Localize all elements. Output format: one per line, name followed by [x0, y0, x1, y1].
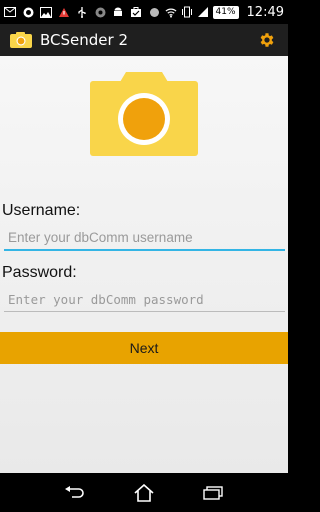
signal-icon: [197, 6, 209, 18]
settings-button[interactable]: [256, 29, 278, 51]
bag-icon: [130, 6, 142, 18]
login-screen: Username: Password: Next: [0, 56, 288, 473]
battery-indicator: 41%: [212, 5, 239, 19]
app-title: BCSender 2: [40, 31, 128, 49]
system-icons: 41% 12:49: [165, 5, 284, 20]
password-label: Password:: [2, 264, 77, 281]
usb-icon: [76, 6, 88, 18]
alert-app-icon: [58, 6, 70, 18]
username-input[interactable]: [4, 225, 285, 249]
back-button[interactable]: [61, 481, 89, 505]
status-bar: 41% 12:49: [0, 0, 288, 24]
navigation-bar: [0, 473, 288, 512]
sync-icon: [94, 6, 106, 18]
camera-icon: [90, 72, 198, 156]
vibrate-icon: [181, 6, 193, 18]
action-bar: BCSender 2: [0, 24, 288, 56]
wifi-icon: [165, 6, 177, 18]
gear-icon: [260, 33, 274, 47]
password-underline: [4, 311, 285, 312]
recents-icon: [203, 485, 224, 500]
password-input[interactable]: [4, 287, 285, 311]
recents-button[interactable]: [199, 481, 227, 505]
circle-app-icon: [22, 6, 34, 18]
camera-app-icon: [10, 32, 32, 48]
back-icon: [64, 485, 84, 498]
home-button[interactable]: [130, 481, 158, 505]
android-icon: [112, 6, 124, 18]
home-icon: [134, 483, 154, 502]
clock: 12:49: [246, 4, 284, 20]
image-icon: [40, 6, 52, 18]
dot-icon: [148, 6, 160, 18]
mail-icon: [4, 6, 16, 18]
next-button[interactable]: Next: [0, 332, 288, 364]
username-underline: [4, 249, 285, 251]
username-label: Username:: [2, 202, 81, 219]
notification-icons: [4, 6, 160, 18]
